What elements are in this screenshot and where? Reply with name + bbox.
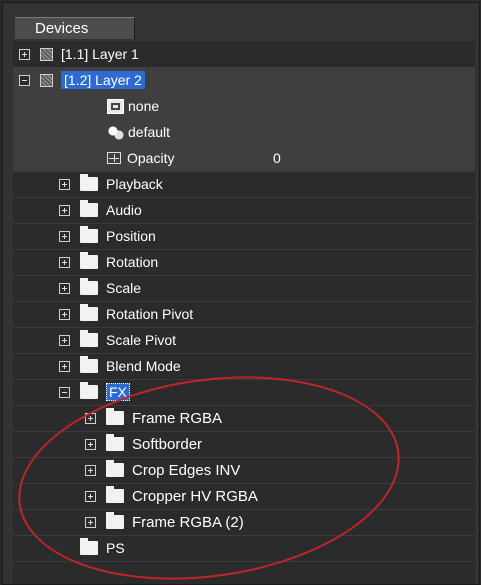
media-none-icon xyxy=(107,98,124,114)
tree-row-playback[interactable]: Playback xyxy=(13,171,475,198)
expand-icon[interactable] xyxy=(59,360,70,372)
group-label: Position xyxy=(106,228,156,244)
fx-item-label: Cropper HV RGBA xyxy=(132,487,258,505)
tree-row-ps[interactable]: PS xyxy=(13,535,475,562)
group-label: Rotation Pivot xyxy=(106,306,194,322)
tree-row-fx-item[interactable]: Softborder xyxy=(13,431,475,458)
tab-devices[interactable]: Devices xyxy=(15,17,135,39)
parameter-icon xyxy=(107,152,121,164)
opacity-label: Opacity xyxy=(127,150,175,166)
tree-row-scale-pivot[interactable]: Scale Pivot xyxy=(13,327,475,354)
expand-icon[interactable] xyxy=(59,282,70,294)
tree-row-fx-item[interactable]: Crop Edges INV xyxy=(13,457,475,484)
tree-row-default[interactable]: default xyxy=(13,119,475,146)
expand-icon[interactable] xyxy=(59,308,70,320)
expand-icon[interactable] xyxy=(59,230,70,242)
ps-label: PS xyxy=(106,540,125,556)
expand-icon[interactable] xyxy=(85,490,96,502)
expand-icon[interactable] xyxy=(85,516,96,528)
tree-row-audio[interactable]: Audio xyxy=(13,197,475,224)
layer-icon xyxy=(40,73,53,87)
folder-icon xyxy=(106,434,124,451)
folder-icon xyxy=(80,226,98,243)
fx-label: FX xyxy=(106,383,130,401)
folder-icon xyxy=(106,408,124,425)
fx-item-label: Frame RGBA (2) xyxy=(132,513,244,531)
expand-icon[interactable] xyxy=(59,178,70,190)
folder-icon xyxy=(80,538,98,555)
layer1-label: [1.1] Layer 1 xyxy=(61,46,139,62)
folder-icon xyxy=(106,460,124,477)
folder-icon xyxy=(80,330,98,347)
expand-icon[interactable] xyxy=(59,334,70,346)
tree-row-position[interactable]: Position xyxy=(13,223,475,250)
tree-row-blend-mode[interactable]: Blend Mode xyxy=(13,353,475,380)
opacity-value[interactable]: 0 xyxy=(273,145,281,171)
device-tree: [1.1] Layer 1 [1.2] Layer 2 none default xyxy=(13,41,475,584)
tree-row-rotation-pivot[interactable]: Rotation Pivot xyxy=(13,301,475,328)
tree-row-fx[interactable]: FX xyxy=(13,379,475,406)
fx-item-label: Softborder xyxy=(132,435,203,453)
collapse-icon[interactable] xyxy=(59,386,70,398)
tree-row-fx-item[interactable]: Frame RGBA (2) xyxy=(13,509,475,536)
layer-icon xyxy=(40,47,53,61)
tree-row-fx-item[interactable]: Frame RGBA xyxy=(13,405,475,432)
expand-icon[interactable] xyxy=(85,438,96,450)
expand-icon[interactable] xyxy=(85,464,96,476)
folder-icon xyxy=(80,382,98,399)
tree-row-opacity[interactable]: Opacity 0 xyxy=(13,145,475,172)
fx-item-label: Crop Edges INV xyxy=(132,461,241,479)
group-label: Scale xyxy=(106,280,142,296)
group-label: Playback xyxy=(106,176,163,192)
folder-icon xyxy=(80,252,98,269)
folder-icon xyxy=(80,304,98,321)
folder-icon xyxy=(80,356,98,373)
folder-icon xyxy=(80,200,98,217)
group-label: Rotation xyxy=(106,254,159,270)
none-label: none xyxy=(128,98,160,114)
tree-row-rotation[interactable]: Rotation xyxy=(13,249,475,276)
group-label: Audio xyxy=(106,202,142,218)
expand-icon[interactable] xyxy=(59,256,70,268)
collapse-icon[interactable] xyxy=(19,74,30,86)
tree-row-fx-item[interactable]: Cropper HV RGBA xyxy=(13,483,475,510)
expand-icon[interactable] xyxy=(59,204,70,216)
group-label: Scale Pivot xyxy=(106,332,177,348)
folder-icon xyxy=(80,278,98,295)
mapping-default-icon xyxy=(107,124,124,140)
default-label: default xyxy=(128,124,171,140)
tree-row-layer1[interactable]: [1.1] Layer 1 xyxy=(13,41,475,68)
fx-item-label: Frame RGBA xyxy=(132,409,223,427)
folder-icon xyxy=(106,486,124,503)
tree-row-layer2[interactable]: [1.2] Layer 2 xyxy=(13,67,475,94)
layer2-label: [1.2] Layer 2 xyxy=(61,71,145,89)
folder-icon xyxy=(106,512,124,529)
expand-icon[interactable] xyxy=(85,412,96,424)
expand-icon[interactable] xyxy=(19,48,30,60)
group-label: Blend Mode xyxy=(106,358,181,374)
folder-icon xyxy=(80,174,98,191)
tree-row-scale[interactable]: Scale xyxy=(13,275,475,302)
tree-row-none[interactable]: none xyxy=(13,93,475,120)
devices-panel: Devices [1.1] Layer 1 [1.2] Layer 2 none xyxy=(2,2,480,585)
